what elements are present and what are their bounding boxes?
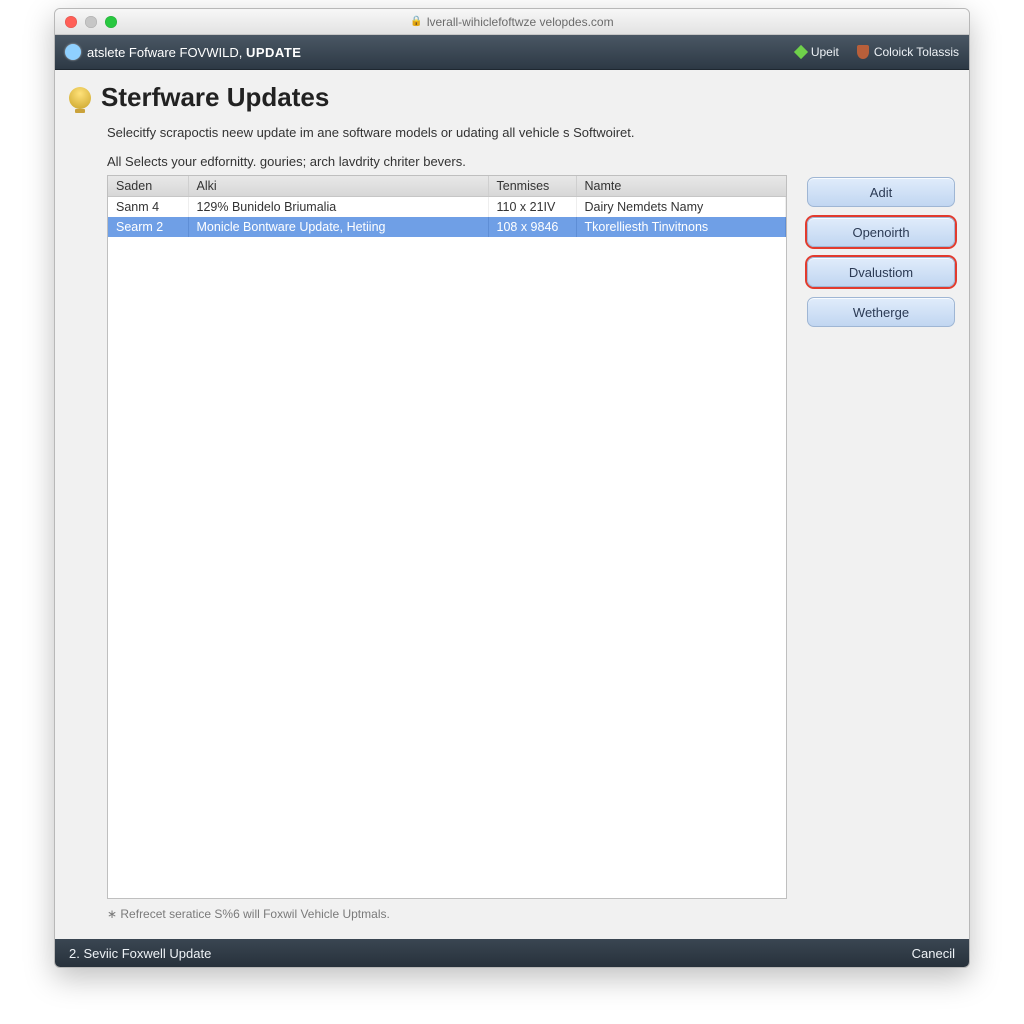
- zoom-icon[interactable]: [105, 16, 117, 28]
- cell: Sanm 4: [108, 197, 188, 218]
- subintro-text: All Selects your edfornitty. gouries; ar…: [107, 154, 955, 169]
- intro-text: Selecitfy scrapoctis neew update im ane …: [107, 125, 955, 140]
- cell: 108 x 9846: [488, 217, 576, 237]
- updates-table: Saden Alki Tenmises Namte Sanm 4129% Bun…: [108, 176, 786, 237]
- close-icon[interactable]: [65, 16, 77, 28]
- content-area: Sterfware Updates Selecitfy scrapoctis n…: [55, 70, 969, 939]
- minimize-icon[interactable]: [85, 16, 97, 28]
- app-header: atslete Fofware FOVWILD, UPDATE Upeit Co…: [55, 35, 969, 70]
- action-sidebar: Adit Openoirth Dvalustiom Wetherge: [807, 175, 955, 899]
- table-row[interactable]: Searm 2Monicle Bontware Update, Hetiing1…: [108, 217, 786, 237]
- app-title-part: UPDATE: [246, 45, 301, 60]
- dvalustiom-button[interactable]: Dvalustiom: [807, 257, 955, 287]
- adit-button[interactable]: Adit: [807, 177, 955, 207]
- cell: 110 x 21IV: [488, 197, 576, 218]
- header-link-update[interactable]: Upeit: [796, 45, 839, 59]
- app-title: atslete Fofware FOVWILD, UPDATE: [87, 45, 301, 60]
- lock-icon: 🔒: [410, 16, 422, 27]
- trophy-icon: [69, 87, 91, 109]
- cancel-button[interactable]: Canecil: [912, 946, 955, 961]
- app-title-part: FOVWILD,: [180, 45, 243, 60]
- window-titlebar: 🔒 lverall-wihiclefoftwze velopdes.com: [55, 9, 969, 35]
- col-header[interactable]: Tenmises: [488, 176, 576, 197]
- cell: Monicle Bontware Update, Hetiing: [188, 217, 488, 237]
- cell: Tkorelliesth Tinvitnons: [576, 217, 786, 237]
- app-window: 🔒 lverall-wihiclefoftwze velopdes.com at…: [54, 8, 970, 968]
- openoirth-button[interactable]: Openoirth: [807, 217, 955, 247]
- table-row[interactable]: Sanm 4129% Bunidelo Briumalia110 x 21IVD…: [108, 197, 786, 218]
- diamond-icon: [794, 45, 808, 59]
- cell: 129% Bunidelo Briumalia: [188, 197, 488, 218]
- app-title-part: atslete Fofware: [87, 45, 176, 60]
- work-area: Saden Alki Tenmises Namte Sanm 4129% Bun…: [107, 175, 955, 899]
- traffic-lights: [65, 16, 117, 28]
- updates-table-wrap: Saden Alki Tenmises Namte Sanm 4129% Bun…: [107, 175, 787, 899]
- header-link-tools[interactable]: Coloick Tolassis: [857, 45, 959, 59]
- footnote-text: ∗ Refrecet seratice S%6 will Foxwil Vehi…: [107, 907, 955, 921]
- header-link-label: Upeit: [811, 45, 839, 59]
- cell: Dairy Nemdets Namy: [576, 197, 786, 218]
- app-logo-icon: [65, 44, 81, 60]
- address-text: lverall-wihiclefoftwze velopdes.com: [427, 15, 614, 29]
- app-title-group: atslete Fofware FOVWILD, UPDATE: [65, 44, 301, 60]
- header-link-label: Coloick Tolassis: [874, 45, 959, 59]
- col-header[interactable]: Alki: [188, 176, 488, 197]
- status-left: 2. Seviic Foxwell Update: [69, 946, 211, 961]
- col-header[interactable]: Saden: [108, 176, 188, 197]
- status-bar: 2. Seviic Foxwell Update Canecil: [55, 939, 969, 967]
- cell: Searm 2: [108, 217, 188, 237]
- address-bar: 🔒 lverall-wihiclefoftwze velopdes.com: [55, 15, 969, 29]
- page-title: Sterfware Updates: [101, 82, 329, 113]
- shield-icon: [857, 45, 869, 59]
- col-header[interactable]: Namte: [576, 176, 786, 197]
- page-title-row: Sterfware Updates: [69, 82, 955, 113]
- wetherge-button[interactable]: Wetherge: [807, 297, 955, 327]
- app-header-links: Upeit Coloick Tolassis: [796, 45, 959, 59]
